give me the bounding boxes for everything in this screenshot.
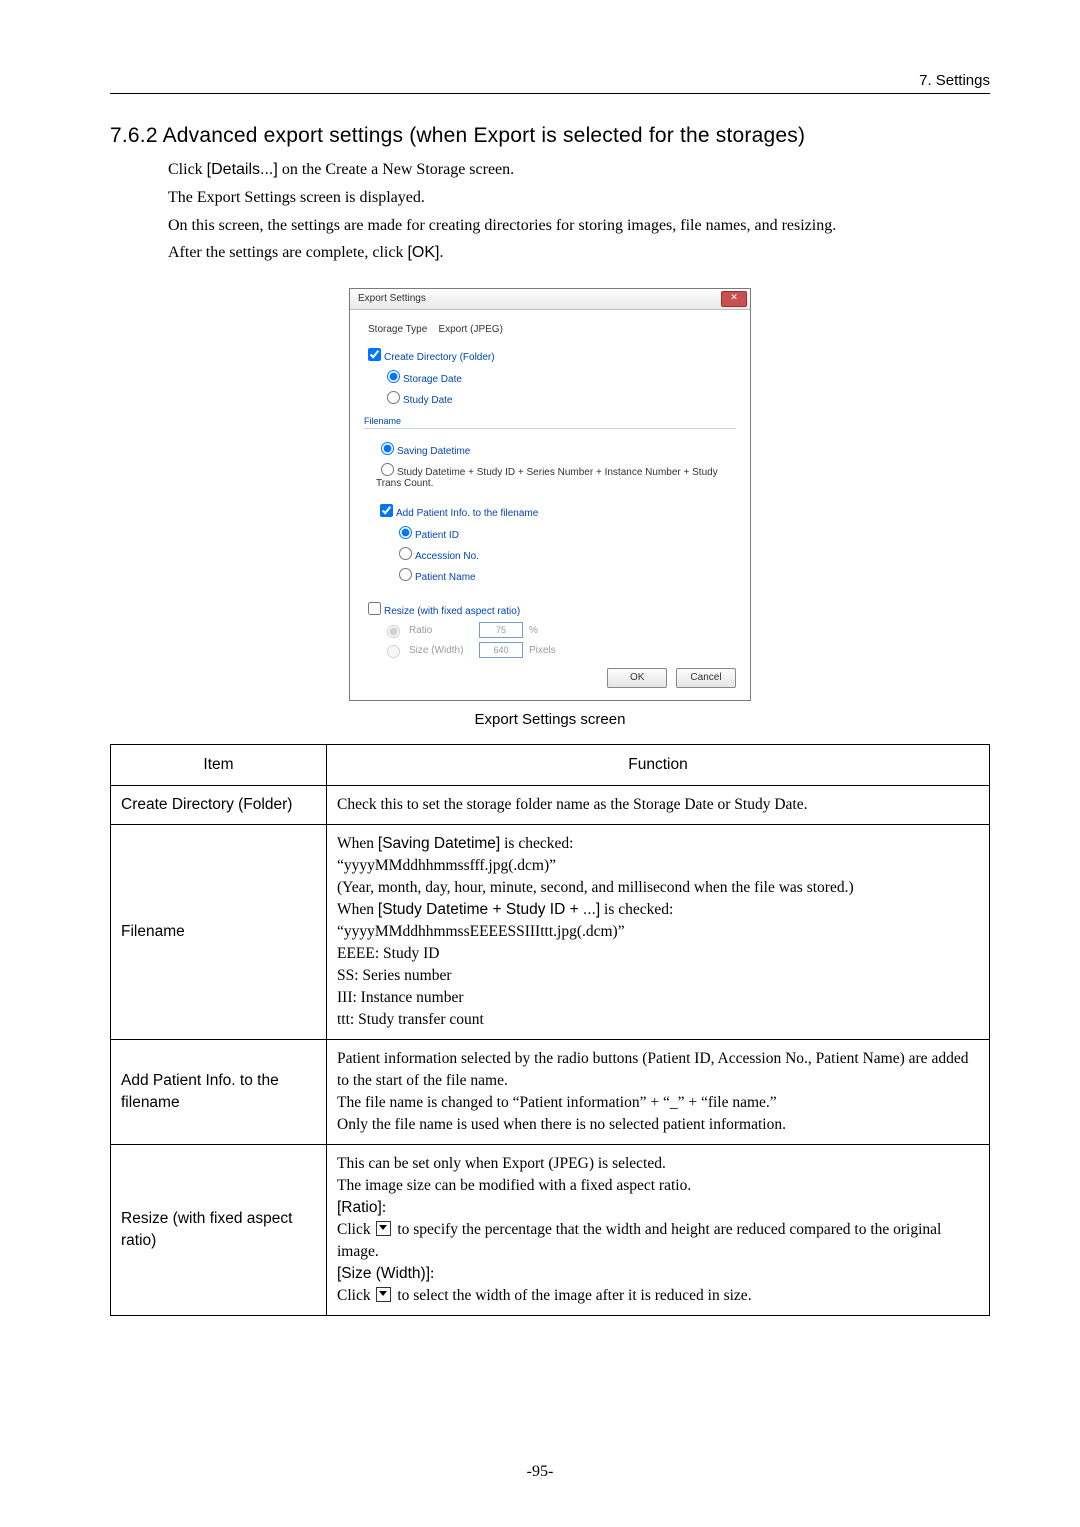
cell-function: Patient information selected by the radi…	[327, 1040, 990, 1145]
table-row: Add Patient Info. to the filename Patien…	[111, 1040, 990, 1145]
intro-bold-ok: [OK]	[407, 244, 439, 261]
running-header: 7. Settings	[110, 72, 990, 89]
study-datetime-label: Study Datetime + Study ID + Series Numbe…	[376, 467, 718, 489]
txt: When	[337, 835, 378, 852]
figure-caption: Export Settings screen	[110, 711, 990, 728]
ratio-dropdown[interactable]: 75	[479, 622, 523, 638]
txt-bold: [Saving Datetime]	[378, 835, 500, 852]
txt: is checked:	[500, 835, 573, 852]
dropdown-icon	[376, 1221, 391, 1236]
patient-name-label: Patient Name	[415, 572, 476, 583]
resize-checkbox[interactable]: Resize (with fixed aspect ratio)	[364, 599, 736, 618]
intro-l2: The Export Settings screen is displayed.	[168, 186, 990, 211]
intro-l4a: After the settings are complete, click	[168, 244, 407, 261]
size-width-unit: Pixels	[529, 645, 556, 656]
resize-label: Resize (with fixed aspect ratio)	[384, 606, 520, 617]
txt: :	[430, 1265, 434, 1282]
txt-bold: [Size (Width)]	[337, 1265, 430, 1282]
section-heading: 7.6.2 Advanced export settings (when Exp…	[110, 124, 990, 148]
cell-item: Add Patient Info. to the filename	[111, 1040, 327, 1145]
txt: to select the width of the image after i…	[393, 1287, 751, 1304]
header-rule	[110, 93, 990, 94]
cell-item: Create Directory (Folder)	[111, 786, 327, 825]
txt: Click	[337, 1221, 374, 1238]
intro-l1a: Click	[168, 161, 207, 178]
txt: to specify the percentage that the width…	[337, 1221, 941, 1260]
study-datetime-radio[interactable]: Study Datetime + Study ID + Series Numbe…	[376, 460, 732, 489]
txt: The image size can be modified with a fi…	[337, 1177, 691, 1194]
table-row: Create Directory (Folder) Check this to …	[111, 786, 990, 825]
txt: ttt: Study transfer count	[337, 1011, 484, 1028]
txt: :	[382, 1199, 386, 1216]
patient-id-label: Patient ID	[415, 530, 459, 541]
add-patient-info-checkbox[interactable]: Add Patient Info. to the filename	[376, 501, 732, 520]
patient-id-radio[interactable]: Patient ID	[394, 523, 732, 541]
txt: This can be set only when Export (JPEG) …	[337, 1155, 666, 1172]
cell-function: When [Saving Datetime] is checked: “yyyy…	[327, 825, 990, 1040]
storage-date-label: Storage Date	[403, 374, 462, 385]
txt: “yyyyMMddhhmmssfff.jpg(.dcm)”	[337, 857, 556, 874]
ratio-radio[interactable]	[387, 625, 400, 638]
cell-function: This can be set only when Export (JPEG) …	[327, 1145, 990, 1316]
cell-item: Filename	[111, 825, 327, 1040]
intro-l1c: on the Create a New Storage screen.	[278, 161, 514, 178]
close-icon[interactable]: ✕	[721, 291, 747, 307]
txt: Patient information selected by the radi…	[337, 1050, 968, 1089]
table-row: Filename When [Saving Datetime] is check…	[111, 825, 990, 1040]
dialog-titlebar: Export Settings ✕	[350, 289, 750, 310]
txt-bold: [Study Datetime + Study ID + ...]	[378, 901, 600, 918]
txt: is checked:	[600, 901, 673, 918]
create-directory-checkbox[interactable]: Create Directory (Folder)	[364, 345, 736, 364]
dropdown-icon	[376, 1287, 391, 1302]
study-date-label: Study Date	[403, 395, 452, 406]
size-width-radio[interactable]	[387, 645, 400, 658]
cell-function: Check this to set the storage folder nam…	[327, 786, 990, 825]
create-directory-label: Create Directory (Folder)	[384, 352, 495, 363]
storage-date-radio[interactable]: Storage Date	[382, 367, 736, 385]
cell-item: Resize (with fixed aspect ratio)	[111, 1145, 327, 1316]
th-function: Function	[327, 745, 990, 786]
txt: Click	[337, 1287, 374, 1304]
intro-l4c: .	[439, 244, 443, 261]
dialog-title: Export Settings	[358, 293, 426, 304]
accession-no-radio[interactable]: Accession No.	[394, 544, 732, 562]
table-header-row: Item Function	[111, 745, 990, 786]
storage-type-label: Storage Type	[368, 324, 427, 335]
ok-button[interactable]: OK	[607, 668, 667, 688]
patient-name-radio[interactable]: Patient Name	[394, 565, 732, 583]
storage-type-value: Export (JPEG)	[438, 324, 502, 335]
saving-datetime-radio[interactable]: Saving Datetime	[376, 439, 732, 457]
export-settings-dialog: Export Settings ✕ Storage Type Export (J…	[349, 288, 751, 701]
study-date-radio[interactable]: Study Date	[382, 388, 736, 406]
intro-l3: On this screen, the settings are made fo…	[168, 214, 990, 239]
intro-bold-details: [Details...]	[207, 161, 278, 178]
txt: (Year, month, day, hour, minute, second,…	[337, 879, 854, 896]
page-number: -95-	[0, 1463, 1080, 1481]
saving-datetime-label: Saving Datetime	[397, 446, 470, 457]
table-row: Resize (with fixed aspect ratio) This ca…	[111, 1145, 990, 1316]
ratio-label: Ratio	[409, 625, 473, 636]
th-item: Item	[111, 745, 327, 786]
size-width-label: Size (Width)	[409, 645, 473, 656]
txt: The file name is changed to “Patient inf…	[337, 1094, 777, 1111]
txt-bold: [Ratio]	[337, 1199, 382, 1216]
txt: III: Instance number	[337, 989, 464, 1006]
accession-no-label: Accession No.	[415, 551, 479, 562]
txt: Only the file name is used when there is…	[337, 1116, 786, 1133]
filename-group-label: Filename	[364, 416, 736, 426]
cancel-button[interactable]: Cancel	[676, 668, 736, 688]
txt: When	[337, 901, 378, 918]
txt: SS: Series number	[337, 967, 452, 984]
intro-block: Click [Details...] on the Create a New S…	[168, 158, 990, 266]
settings-table: Item Function Create Directory (Folder) …	[110, 744, 990, 1316]
txt: EEEE: Study ID	[337, 945, 439, 962]
ratio-unit: %	[529, 625, 538, 636]
add-patient-info-label: Add Patient Info. to the filename	[396, 508, 538, 519]
txt: “yyyyMMddhhmmssEEEESSIIIttt.jpg(.dcm)”	[337, 923, 625, 940]
size-width-dropdown[interactable]: 640	[479, 642, 523, 658]
